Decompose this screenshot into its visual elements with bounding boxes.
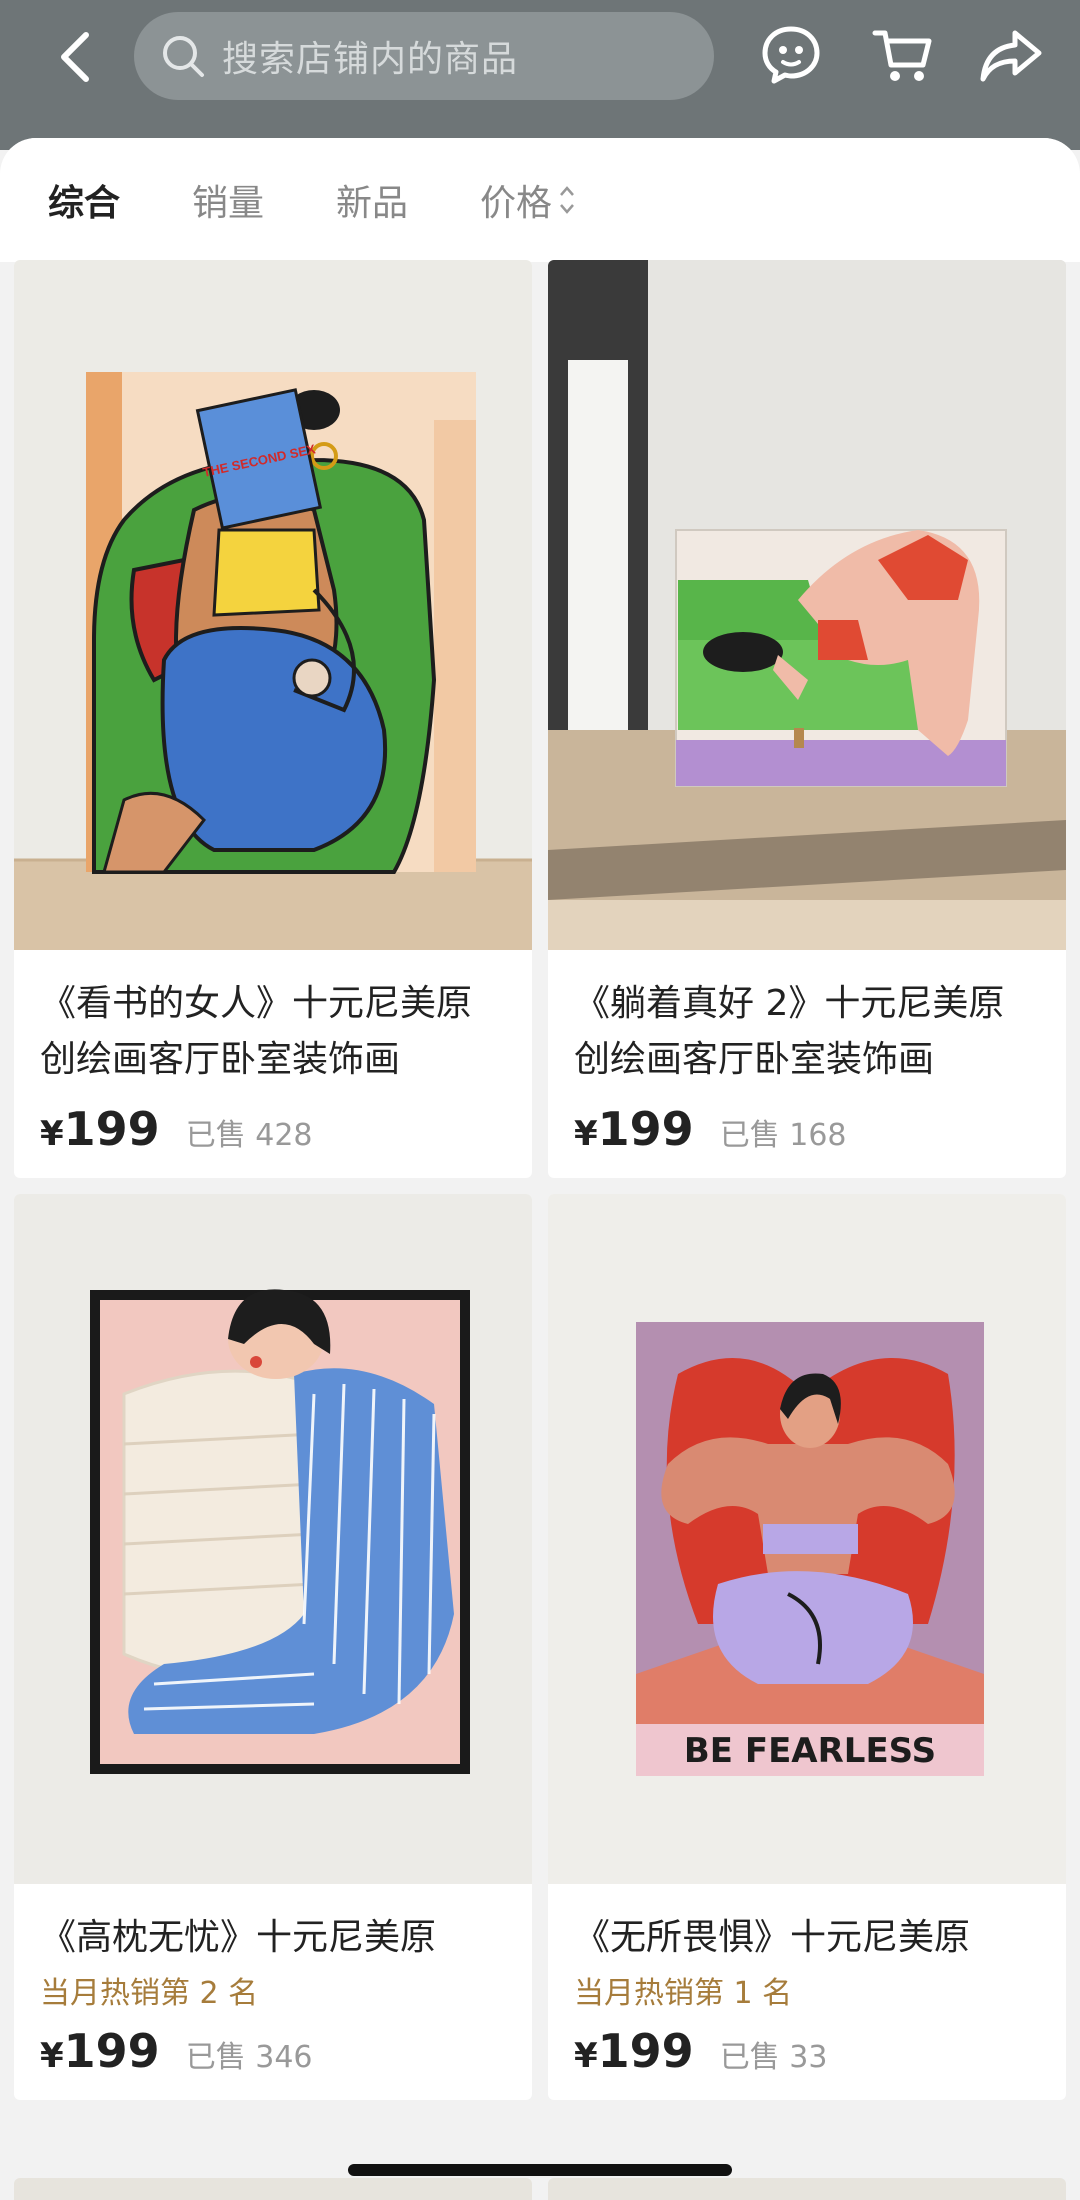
- product-price: 199: [63, 2024, 160, 2078]
- product-title[interactable]: 《看书的女人》十元尼美原创绘画客厅卧室装饰画: [40, 976, 506, 1088]
- next-card-peek: [548, 2178, 1066, 2200]
- product-price: 199: [63, 1102, 160, 1156]
- product-image[interactable]: THE SECOND SEX: [14, 260, 532, 950]
- product-price: 199: [597, 2024, 694, 2078]
- poster-caption: BE FEARLESS: [684, 1731, 936, 1771]
- product-image[interactable]: [14, 1194, 532, 1884]
- price-row: ¥ 199 已售 346: [40, 2024, 506, 2078]
- painting-reading-woman: THE SECOND SEX: [14, 260, 532, 950]
- product-card[interactable]: BE FEARLESS 《无所畏惧》十元尼美原 当月热销第 1 名 ¥ 199 …: [548, 1194, 1066, 2100]
- sort-bar: 综合 销量 新品 价格: [0, 138, 1080, 262]
- tab-label: 价格: [480, 183, 553, 224]
- customer-service-button[interactable]: [756, 20, 826, 90]
- search-icon: [163, 36, 204, 77]
- tab-label: 新品: [336, 183, 409, 224]
- product-info: 《高枕无忧》十元尼美原 当月热销第 2 名 ¥ 199 已售 346: [14, 1884, 532, 2100]
- currency-symbol: ¥: [574, 2036, 598, 2076]
- product-info: 《无所畏惧》十元尼美原 当月热销第 1 名 ¥ 199 已售 33: [548, 1884, 1066, 2100]
- next-row-peek: [14, 2178, 1066, 2200]
- sold-count: 已售 346: [185, 2040, 313, 2075]
- search-input[interactable]: 搜索店铺内的商品: [134, 12, 714, 100]
- tab-label: 销量: [192, 183, 265, 224]
- price-row: ¥ 199 已售 33: [574, 2024, 1040, 2078]
- product-card[interactable]: 《高枕无忧》十元尼美原 当月热销第 2 名 ¥ 199 已售 346: [14, 1194, 532, 2100]
- product-title[interactable]: 《高枕无忧》十元尼美原: [40, 1910, 506, 1966]
- product-image[interactable]: [548, 260, 1066, 950]
- customer-service-icon: [762, 26, 820, 84]
- currency-symbol: ¥: [40, 1114, 64, 1154]
- product-card[interactable]: THE SECOND SEX 《看书的女人》十元尼美原创绘画客厅卧室装饰画 ¥ …: [14, 260, 532, 1178]
- sort-arrows-icon: [560, 186, 575, 214]
- home-indicator[interactable]: [348, 2164, 732, 2176]
- product-grid: THE SECOND SEX 《看书的女人》十元尼美原创绘画客厅卧室装饰画 ¥ …: [14, 260, 1066, 2100]
- tab-new[interactable]: 新品: [336, 174, 408, 226]
- search-placeholder: 搜索店铺内的商品: [222, 39, 519, 80]
- next-card-peek: [14, 2178, 532, 2200]
- share-icon: [980, 30, 1042, 82]
- painting-fearless-woman: BE FEARLESS: [548, 1194, 1066, 1884]
- share-button[interactable]: [976, 20, 1046, 90]
- product-list-sheet: 综合 销量 新品 价格 THE SECOND SEX 《看书的女人》十元尼美原创…: [0, 138, 1080, 2200]
- tab-price[interactable]: 价格: [480, 174, 576, 226]
- product-card[interactable]: 《躺着真好 2》十元尼美原创绘画客厅卧室装饰画 ¥ 199 已售 168: [548, 260, 1066, 1178]
- price-row: ¥ 199 已售 428: [40, 1102, 506, 1156]
- currency-symbol: ¥: [40, 2036, 64, 2076]
- product-info: 《躺着真好 2》十元尼美原创绘画客厅卧室装饰画 ¥ 199 已售 168: [548, 950, 1066, 1178]
- tab-sales[interactable]: 销量: [192, 174, 264, 226]
- top-bar: 搜索店铺内的商品: [0, 0, 1080, 150]
- product-title[interactable]: 《躺着真好 2》十元尼美原创绘画客厅卧室装饰画: [574, 976, 1040, 1088]
- sold-count: 已售 428: [185, 1118, 313, 1153]
- sold-count: 已售 168: [719, 1118, 847, 1153]
- cart-icon: [872, 30, 932, 81]
- sales-rank-badge: 当月热销第 2 名: [40, 1976, 259, 2011]
- sales-rank-badge: 当月热销第 1 名: [574, 1976, 793, 2011]
- product-title[interactable]: 《无所畏惧》十元尼美原: [574, 1910, 1040, 1966]
- cart-button[interactable]: [868, 20, 938, 90]
- product-image[interactable]: BE FEARLESS: [548, 1194, 1066, 1884]
- price-row: ¥ 199 已售 168: [574, 1102, 1040, 1156]
- painting-pillow-woman: [14, 1194, 532, 1884]
- painting-lying-woman: [548, 260, 1066, 950]
- product-info: 《看书的女人》十元尼美原创绘画客厅卧室装饰画 ¥ 199 已售 428: [14, 950, 532, 1178]
- currency-symbol: ¥: [574, 1114, 598, 1154]
- back-button[interactable]: [44, 24, 104, 90]
- sold-count: 已售 33: [719, 2040, 828, 2075]
- tab-label: 综合: [48, 183, 121, 224]
- product-price: 199: [597, 1102, 694, 1156]
- tab-comprehensive[interactable]: 综合: [48, 174, 120, 226]
- back-icon: [61, 32, 89, 82]
